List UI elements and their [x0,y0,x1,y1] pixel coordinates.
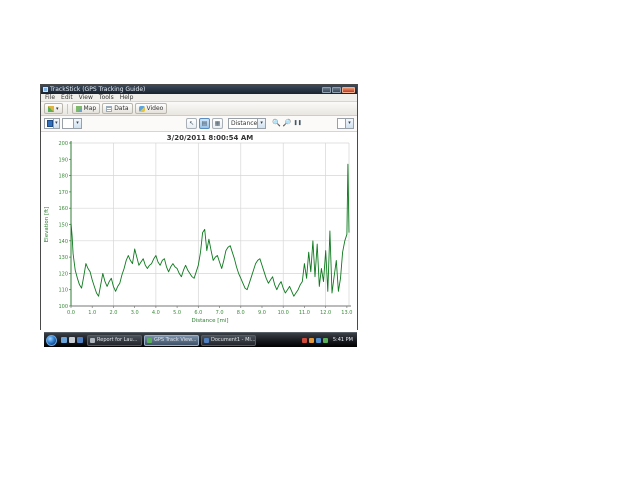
video-view-button[interactable]: Video [134,103,168,114]
y-tick-label: 120 [58,271,68,277]
quicklaunch-icon[interactable] [77,337,83,343]
system-tray: 5:41 PM [301,337,355,343]
x-tick-label: 12.0 [320,310,331,316]
y-tick-label: 200 [58,141,68,147]
y-tick-label: 130 [58,255,68,261]
x-tick-label: 7.0 [216,310,224,316]
x-tick-label: 10.0 [278,310,289,316]
chart-title: 3/20/2011 8:00:54 AM [167,134,253,142]
tray-icon[interactable] [301,337,307,343]
x-tick-label: 8.0 [237,310,245,316]
map-icon [75,105,82,112]
chart-svg: 3/20/2011 8:00:54 AM10011012013014015016… [44,134,352,324]
task-button[interactable]: Document1 - Mi... [201,334,256,346]
right-dropdown[interactable]: ▾ [337,118,354,129]
chart-view-button[interactable]: ▤ [199,118,210,129]
taskbar: Report for Lau... GPS Track View... Docume… [44,332,357,347]
menu-tools[interactable]: Tools [99,94,114,102]
x-tick-label: 9.0 [258,310,266,316]
x-tick-label: 13.0 [341,310,352,316]
pause-icon[interactable]: ❚❚ [293,118,301,129]
x-tick-label: 5.0 [173,310,181,316]
x-tick-label: 4.0 [152,310,160,316]
task-app-icon [147,337,152,343]
minimize-button[interactable] [322,86,331,93]
task-button-label: Document1 - Mi... [211,337,256,343]
x-tick-label: 6.0 [194,310,202,316]
pointer-tool-button[interactable]: ↖ [186,118,197,129]
y-tick-label: 150 [58,223,68,229]
y-tick-label: 140 [58,239,68,245]
task-button[interactable]: Report for Lau... [87,334,142,346]
dropdown-arrow-icon: ▾ [257,119,265,128]
close-button[interactable] [342,86,355,93]
maximize-button[interactable] [332,86,341,93]
y-tick-label: 180 [58,174,68,180]
y-tick-label: 110 [58,288,68,294]
x-axis-mode-value: Distance [231,120,258,127]
y-tick-label: 190 [58,157,68,163]
zoom-in-icon[interactable]: 🔍 [272,118,281,129]
data-view-button[interactable]: Data [102,103,133,114]
color-dropdown[interactable]: ▾ [44,118,60,129]
app-icon [43,87,48,92]
layers-button[interactable]: ▾ [44,103,63,114]
x-tick-label: 1.0 [88,310,96,316]
menu-file[interactable]: File [45,94,55,102]
tray-icon[interactable] [308,337,314,343]
elevation-line [70,163,350,297]
tray-icon[interactable] [315,337,321,343]
start-button[interactable] [46,334,57,346]
menu-view[interactable]: View [79,94,93,102]
chart-toolbar: ▾ ▾ ↖ ▤ ▦ Distance ▾ 🔍 🔎 ❚❚ ▾ [41,116,357,132]
menu-edit[interactable]: Edit [61,94,73,102]
task-app-icon [204,337,209,343]
dropdown-arrow-icon: ▾ [73,119,81,128]
x-axis-title: Distance [mi] [192,318,229,324]
dropdown-arrow-icon: ▾ [52,119,59,128]
elevation-chart[interactable]: 3/20/2011 8:00:54 AM 100 110 120 130 140 150 16… [41,132,357,331]
x-tick-label: 0.0 [67,310,75,316]
quicklaunch-icon[interactable] [61,337,67,343]
x-tick-label: 3.0 [131,310,139,316]
y-axis-title: Elevation [ft] [44,207,50,243]
video-icon [138,105,145,112]
track-dropdown[interactable]: ▾ [62,118,82,129]
taskbar-clock: 5:41 PM [332,337,353,343]
zoom-out-icon[interactable]: 🔎 [283,118,292,129]
x-tick-label: 11.0 [299,310,310,316]
list-icon [106,105,113,112]
y-tick-label: 170 [58,190,68,196]
y-tick-label: 160 [58,206,68,212]
task-app-icon [90,337,95,343]
app-window: TrackStick (GPS Tracking Guide) File Edit… [40,84,358,331]
task-button[interactable]: GPS Track View... [144,334,199,346]
map-view-button[interactable]: Map [71,103,101,114]
menu-help[interactable]: Help [120,94,134,102]
toolbar-separator [66,103,68,114]
menu-bar: File Edit View Tools Help [41,94,357,102]
dropdown-caret-icon: ▾ [56,105,59,112]
main-toolbar: ▾ Map Data Video [41,102,357,116]
data-view-label: Data [114,105,129,112]
grid-icon [48,105,54,112]
map-view-label: Map [83,105,97,112]
video-view-label: Video [146,105,164,112]
task-button-label: Report for Lau... [97,337,138,343]
x-tick-label: 2.0 [109,310,117,316]
task-button-label: GPS Track View... [154,337,197,343]
map-overlay-button[interactable]: ▦ [212,118,223,129]
x-axis-mode-dropdown[interactable]: Distance ▾ [228,118,266,129]
dropdown-arrow-icon: ▾ [345,119,353,128]
quicklaunch-icon[interactable] [69,337,75,343]
tray-icon[interactable] [322,337,328,343]
